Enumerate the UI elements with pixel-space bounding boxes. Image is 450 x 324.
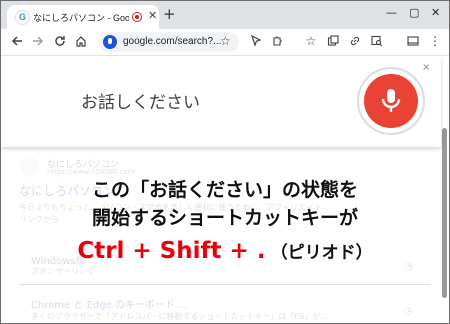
favorites-star-icon[interactable]: ☆ [303, 33, 319, 49]
maximize-icon[interactable]: ▢ [409, 6, 419, 20]
tab-strip: G なにしろパソコン - Google 検索 ✕ + — ▢ ✕ [1, 1, 449, 29]
google-favicon-icon: G [15, 10, 30, 25]
search-page: なにしろパソコン https://www.724685.com なにしろパソコン… [1, 56, 449, 323]
result-title[interactable]: なにしろパソコン [19, 182, 115, 199]
site-info-icon[interactable] [103, 35, 117, 49]
result-snippet-continued: リンクから [19, 215, 59, 224]
reload-icon[interactable] [52, 33, 68, 49]
back-icon[interactable] [9, 33, 25, 49]
result-url[interactable]: https://www.724685.com [47, 168, 135, 176]
sublink-snippet: スポンサーリンク [31, 267, 95, 276]
address-url: google.com/search?... [123, 36, 222, 47]
sublink-title[interactable]: Chrome と Edge のキーボード ... [31, 296, 188, 311]
microphone-button-fill[interactable] [364, 74, 418, 128]
forward-icon[interactable] [30, 33, 46, 49]
site-favicon-icon [19, 157, 39, 177]
cursor-icon[interactable] [248, 33, 264, 49]
shortcut-note: （ピリオド） [270, 243, 373, 263]
microphone-button[interactable] [357, 67, 425, 135]
browser-tab[interactable]: G なにしろパソコン - Google 検索 ✕ [7, 5, 159, 29]
home-icon[interactable] [73, 33, 89, 49]
history-icon: ◷ [404, 306, 413, 317]
link-icon[interactable] [347, 33, 363, 49]
address-bar[interactable]: google.com/search?... ☆ [99, 32, 239, 52]
history-icon: ◷ [404, 261, 413, 272]
sidebar-icon[interactable] [405, 33, 421, 49]
result-snippet: 今日よりもちょっと、パソコン・スマホを楽しく便利に使うために。アフィリエイト [19, 203, 323, 212]
minimize-icon[interactable]: — [386, 6, 397, 20]
window-close-icon[interactable]: ✕ [431, 6, 440, 20]
divider [19, 284, 431, 285]
browser-window: G なにしろパソコン - Google 検索 ✕ + — ▢ ✕ google.… [0, 0, 450, 324]
bookmark-star-icon[interactable]: ☆ [220, 34, 231, 48]
sublink-title[interactable]: Windows版 [31, 252, 86, 267]
shortcut-keys: Ctrl + Shift + . [77, 238, 266, 264]
new-tab-button[interactable]: + [163, 6, 176, 22]
page-scrollbar[interactable] [442, 128, 447, 298]
voice-search-panel: お話しください × [1, 56, 441, 147]
tab-close-icon[interactable]: ✕ [148, 9, 157, 23]
voice-close-icon[interactable]: × [422, 62, 430, 73]
sublink-snippet: 多くのブラウザーで「アドレスバーに移動するショートカットキー」は「F6」が... [31, 312, 328, 321]
voice-prompt: お話しください [81, 93, 200, 113]
menu-kebab-icon[interactable]: ⋮ [427, 33, 443, 49]
microphone-icon [381, 89, 401, 112]
search-page-icon[interactable] [369, 33, 385, 49]
tab-group-icon[interactable] [325, 33, 341, 49]
browser-toolbar: google.com/search?... ☆ ☆ ⋮ [1, 29, 449, 56]
extensions-icon[interactable] [269, 33, 285, 49]
tab-title: なにしろパソコン - Google 検索 [33, 13, 129, 23]
recording-indicator-icon [132, 12, 142, 22]
